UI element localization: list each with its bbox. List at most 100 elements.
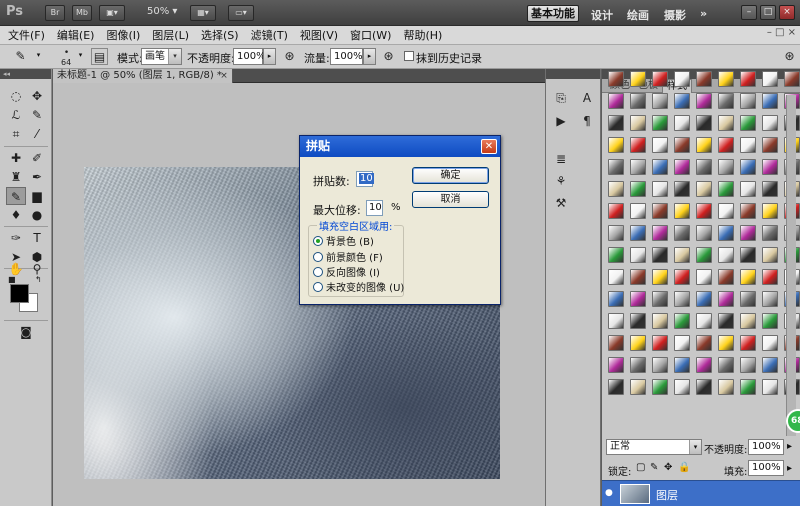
style-swatch[interactable]	[674, 203, 690, 219]
workspace-painting[interactable]: 绘画	[627, 7, 649, 23]
cancel-button[interactable]: 取消	[412, 191, 489, 208]
style-swatch[interactable]	[630, 247, 646, 263]
style-swatch[interactable]	[762, 291, 778, 307]
tool-preset-dropdown[interactable]: ▾	[32, 48, 45, 65]
eraser-tool-icon[interactable]: ✎	[6, 187, 26, 205]
style-swatch[interactable]	[696, 335, 712, 351]
character-panel-icon[interactable]: A	[578, 90, 596, 106]
style-swatch[interactable]	[696, 379, 712, 395]
blend-mode-select[interactable]: 正常 ▾	[606, 439, 702, 455]
style-swatch[interactable]	[674, 137, 690, 153]
style-swatch[interactable]	[696, 181, 712, 197]
menu-image[interactable]: 图像(I)	[98, 26, 144, 45]
style-swatch[interactable]	[630, 357, 646, 373]
marquee-tool-icon[interactable]: ◌	[6, 87, 26, 105]
style-swatch[interactable]	[652, 379, 668, 395]
style-swatch[interactable]	[630, 115, 646, 131]
style-swatch[interactable]	[696, 71, 712, 87]
style-swatch[interactable]	[630, 93, 646, 109]
move-tool-icon[interactable]: ✥	[27, 87, 47, 105]
paragraph-panel-icon[interactable]: ¶	[578, 113, 596, 129]
style-swatch[interactable]	[652, 71, 668, 87]
style-swatch[interactable]	[608, 335, 624, 351]
dodge-tool-icon[interactable]: ●	[27, 206, 47, 224]
style-swatch[interactable]	[652, 225, 668, 241]
style-swatch[interactable]	[674, 313, 690, 329]
style-swatch[interactable]	[696, 93, 712, 109]
style-swatch[interactable]	[652, 269, 668, 285]
menu-view[interactable]: 视图(V)	[292, 26, 342, 45]
lasso-tool-icon[interactable]: ℒ	[6, 106, 26, 124]
dialog-close-icon[interactable]: ✕	[481, 139, 497, 154]
style-swatch[interactable]	[740, 379, 756, 395]
clone-stamp-tool-icon[interactable]: ♜	[6, 168, 26, 186]
mode-select[interactable]: 画笔 ▾	[141, 48, 182, 65]
toolbox-header[interactable]: ◂◂	[0, 69, 51, 79]
close-button[interactable]: ×	[779, 5, 795, 20]
foreground-color-swatch[interactable]	[10, 284, 29, 303]
style-swatch[interactable]	[674, 93, 690, 109]
style-swatch[interactable]	[674, 71, 690, 87]
menu-select[interactable]: 选择(S)	[193, 26, 243, 45]
screen-mode-button[interactable]: ▭▾	[228, 5, 254, 21]
style-swatch[interactable]	[696, 247, 712, 263]
style-swatch[interactable]	[762, 181, 778, 197]
style-swatch[interactable]	[608, 313, 624, 329]
brush-panel-toggle-icon[interactable]: ▤	[91, 48, 108, 65]
gradient-tool-icon[interactable]: ▆	[27, 187, 47, 205]
menu-layer[interactable]: 图层(L)	[144, 26, 193, 45]
type-tool-icon[interactable]: T	[27, 229, 47, 247]
minimize-button[interactable]: –	[741, 5, 757, 20]
style-swatch[interactable]	[696, 225, 712, 241]
style-swatch[interactable]	[608, 357, 624, 373]
flow-slider-arrow[interactable]: ▸	[363, 48, 376, 65]
style-swatch[interactable]	[674, 335, 690, 351]
style-swatch[interactable]	[740, 291, 756, 307]
style-swatch[interactable]	[718, 379, 734, 395]
layer-opacity-input[interactable]: 100%	[748, 439, 784, 455]
style-swatch[interactable]	[652, 137, 668, 153]
style-swatch[interactable]	[762, 379, 778, 395]
flow-input[interactable]: 100%	[330, 48, 363, 65]
style-swatch[interactable]	[762, 335, 778, 351]
style-swatch[interactable]	[762, 225, 778, 241]
style-swatch[interactable]	[718, 93, 734, 109]
style-swatch[interactable]	[718, 225, 734, 241]
menu-filter[interactable]: 滤镜(T)	[243, 26, 292, 45]
style-swatch[interactable]	[652, 93, 668, 109]
style-swatch[interactable]	[740, 71, 756, 87]
lock-all-icon[interactable]: 🔒	[678, 462, 690, 473]
quick-selection-tool-icon[interactable]: ✎	[27, 106, 47, 124]
style-swatch[interactable]	[718, 247, 734, 263]
max-offset-input[interactable]: 10	[366, 200, 383, 216]
style-swatch[interactable]	[630, 379, 646, 395]
style-swatch[interactable]	[674, 247, 690, 263]
style-swatch[interactable]	[696, 137, 712, 153]
style-swatch[interactable]	[630, 291, 646, 307]
style-swatch[interactable]	[740, 225, 756, 241]
zoom-level[interactable]: 50% ▾	[147, 6, 177, 17]
style-swatch[interactable]	[674, 159, 690, 175]
style-swatch[interactable]	[608, 269, 624, 285]
style-swatch[interactable]	[718, 269, 734, 285]
style-swatch[interactable]	[674, 181, 690, 197]
menu-help[interactable]: 帮助(H)	[395, 26, 446, 45]
document-tab[interactable]: 未标题-1 @ 50% (图层 1, RGB/8) *	[53, 69, 233, 83]
styles-scrollbar[interactable]	[786, 95, 796, 459]
style-swatch[interactable]	[608, 203, 624, 219]
style-swatch[interactable]	[630, 313, 646, 329]
eraser-tool-preset-icon[interactable]: ✎	[12, 48, 29, 65]
style-swatch[interactable]	[608, 159, 624, 175]
style-swatch[interactable]	[608, 225, 624, 241]
mini-bridge-button[interactable]: Mb	[72, 5, 92, 21]
style-swatch[interactable]	[608, 93, 624, 109]
style-swatch[interactable]	[630, 225, 646, 241]
pressure-size-icon[interactable]: ⊛	[781, 48, 798, 65]
fill-background-color-radio[interactable]: 背景色 (B)	[313, 233, 374, 248]
style-swatch[interactable]	[652, 115, 668, 131]
style-swatch[interactable]	[740, 269, 756, 285]
style-swatch[interactable]	[674, 115, 690, 131]
style-swatch[interactable]	[718, 115, 734, 131]
style-swatch[interactable]	[718, 335, 734, 351]
style-swatch[interactable]	[608, 247, 624, 263]
